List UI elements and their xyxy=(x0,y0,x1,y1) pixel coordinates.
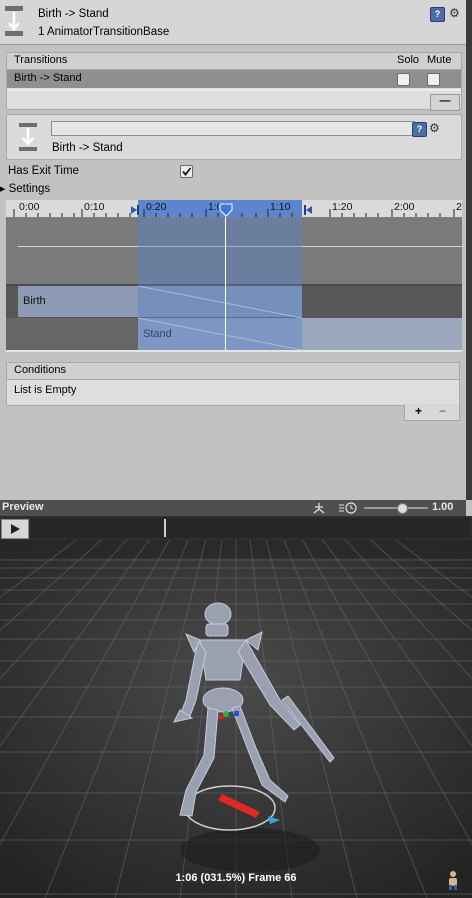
gear-icon[interactable]: ⚙ xyxy=(449,6,460,20)
avatar-icon[interactable] xyxy=(446,870,460,890)
settings-label: Settings xyxy=(8,183,51,195)
transitions-list: Transitions Solo Mute Birth -> Stand xyxy=(6,52,462,110)
playback-strip xyxy=(0,516,472,540)
transition-detail-label: Birth -> Stand xyxy=(52,142,123,154)
transition-row[interactable]: Birth -> Stand xyxy=(7,70,461,88)
help-icon[interactable]: ? xyxy=(430,7,445,22)
transition-end-marker-icon[interactable] xyxy=(302,205,312,215)
foldout-arrow-icon: ▶ xyxy=(0,186,6,193)
tick-label: 0:10 xyxy=(84,201,105,213)
preview-status: 1:06 (031.5%) Frame 66 xyxy=(175,872,297,884)
remove-transition-button[interactable]: — xyxy=(430,94,460,111)
source-clip-label: Birth xyxy=(23,295,46,307)
preview-bar: Preview 1.00 xyxy=(0,500,466,516)
transition-title: Birth -> Stand xyxy=(38,8,109,20)
conditions-empty-text: List is Empty xyxy=(14,384,77,396)
speed-value: 1.00 xyxy=(432,501,454,513)
inspector-header: Birth -> Stand 1 AnimatorTransitionBase … xyxy=(0,0,472,45)
transition-icon xyxy=(5,6,23,36)
detail-help-icon[interactable]: ? xyxy=(412,122,427,137)
speed-clock-icon xyxy=(339,502,357,514)
tick-label: 2:00 xyxy=(394,201,415,213)
pivot-icon[interactable] xyxy=(312,502,326,514)
transitions-header: Transitions Solo Mute xyxy=(7,53,461,70)
speed-slider-thumb[interactable] xyxy=(397,503,409,514)
playhead-handle-icon[interactable] xyxy=(219,203,233,217)
playhead-line xyxy=(225,217,226,350)
preview-scrubber[interactable] xyxy=(30,518,470,538)
conditions-list: Conditions List is Empty xyxy=(6,362,460,406)
tick-label: 0:00 xyxy=(19,201,40,213)
preview-viewport[interactable]: 1:06 (031.5%) Frame 66 xyxy=(0,540,472,898)
tick-label: 1:20 xyxy=(332,201,353,213)
transitions-heading: Transitions xyxy=(14,54,68,66)
conditions-header: Conditions xyxy=(7,363,459,380)
play-icon xyxy=(11,524,20,534)
conditions-heading: Conditions xyxy=(14,364,66,376)
transition-timeline[interactable]: 0:00 0:10 0:20 1:00 1:10 1:20 2:00 2 Bir… xyxy=(6,200,462,350)
tick-label: 2 xyxy=(456,201,462,213)
tick-label: 0:20 xyxy=(146,201,167,213)
tick-label: 1:10 xyxy=(270,201,291,213)
speed-slider-track[interactable] xyxy=(364,507,428,509)
list-footer-divider xyxy=(7,89,461,91)
timeline-bottom-edge xyxy=(6,350,462,352)
has-exit-time-checkbox[interactable] xyxy=(180,165,193,178)
transition-detail-icon xyxy=(19,123,37,151)
play-button[interactable] xyxy=(1,519,29,539)
transition-overlap-region[interactable] xyxy=(138,218,302,350)
preview-scene xyxy=(0,540,472,898)
detail-gear-icon[interactable]: ⚙ xyxy=(429,121,440,135)
transition-start-marker-icon[interactable] xyxy=(131,205,141,215)
preview-scrub-marker[interactable] xyxy=(164,519,166,537)
mute-checkbox[interactable] xyxy=(427,73,440,86)
solo-column-label: Solo xyxy=(397,54,420,66)
transition-detail-box: ? ⚙ Birth -> Stand xyxy=(6,114,462,160)
has-exit-time-label: Has Exit Time xyxy=(8,165,79,177)
transition-row-label: Birth -> Stand xyxy=(14,72,82,84)
settings-foldout[interactable]: ▶ Settings xyxy=(0,183,50,195)
mute-column-label: Mute xyxy=(427,54,452,66)
remove-condition-button[interactable]: − xyxy=(439,404,446,418)
window-edge xyxy=(466,0,472,500)
transition-subtitle: 1 AnimatorTransitionBase xyxy=(38,26,170,38)
conditions-footer: + − xyxy=(404,404,460,421)
preview-label: Preview xyxy=(2,501,44,513)
timeline-ruler[interactable]: 0:00 0:10 0:20 1:00 1:10 1:20 2:00 2 xyxy=(6,200,462,218)
add-condition-button[interactable]: + xyxy=(415,404,422,418)
transition-name-field[interactable] xyxy=(51,121,415,136)
check-icon xyxy=(182,167,192,176)
solo-checkbox[interactable] xyxy=(397,73,410,86)
